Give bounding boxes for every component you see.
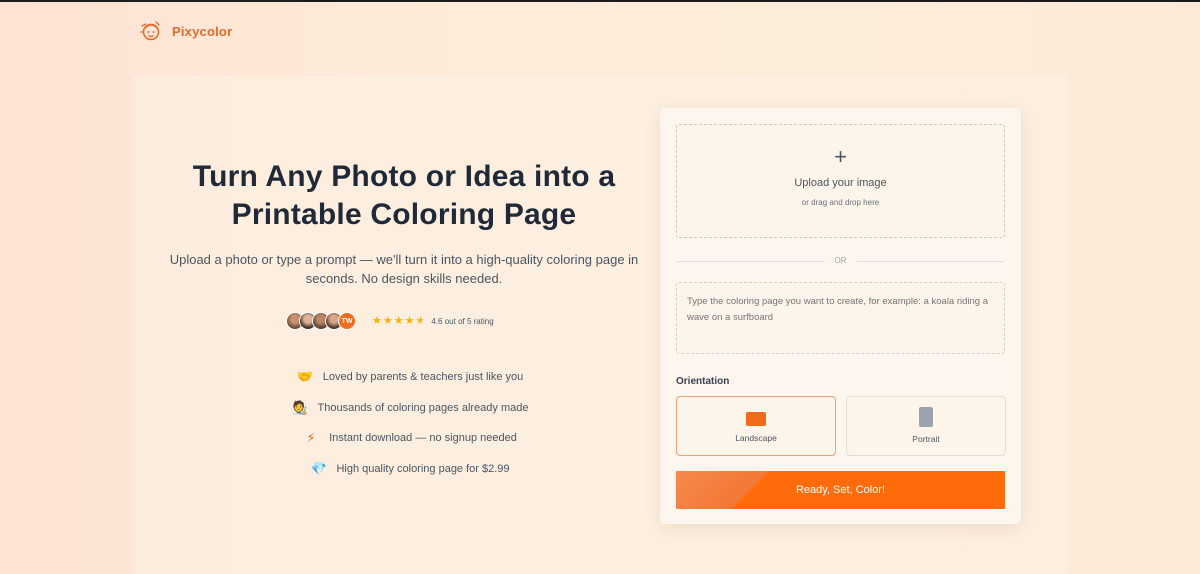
feature-item: 🧑‍🎨 Thousands of coloring pages already … — [270, 393, 550, 424]
feature-label: Thousands of coloring pages already made — [317, 401, 529, 414]
feature-label: Instant download — no signup needed — [329, 432, 517, 445]
feature-item: 🤝 Loved by parents & teachers just like … — [270, 362, 550, 393]
submit-button[interactable]: Ready, Set, Color! — [676, 471, 1005, 509]
upload-hint: or drag and drop here — [801, 198, 880, 207]
star-icon: ★ — [404, 314, 415, 327]
orientation-portrait-option[interactable]: Portrait — [846, 396, 1006, 456]
feature-label: High quality coloring page for $2.99 — [336, 462, 510, 475]
feature-item: ⚡ Instant download — no signup needed — [270, 423, 550, 454]
or-divider: OR — [676, 254, 1005, 268]
portrait-icon — [919, 407, 933, 427]
half-star-icon: ★ — [415, 314, 426, 327]
orientation-option-label: Portrait — [912, 434, 940, 444]
hero: Turn Any Photo or Idea into a Printable … — [160, 158, 648, 288]
landscape-icon — [746, 412, 766, 426]
or-label: OR — [824, 254, 857, 268]
brand-name: Pixycolor — [172, 23, 233, 39]
diamond-icon: 💎 — [310, 460, 327, 476]
feature-item: 💎 High quality coloring page for $2.99 — [270, 454, 550, 485]
avatar-initials: TW — [338, 312, 356, 330]
rating-row: TW ★ ★ ★ ★ ★ 4.6 out of 5 rating — [286, 312, 494, 330]
page-title: Turn Any Photo or Idea into a Printable … — [192, 160, 616, 231]
feature-label: Loved by parents & teachers just like yo… — [322, 371, 524, 384]
upload-dropzone[interactable]: + Upload your image or drag and drop her… — [676, 124, 1005, 238]
star-icon: ★ — [372, 314, 382, 327]
avatar-group: TW — [286, 312, 356, 330]
create-form-card: + Upload your image or drag and drop her… — [660, 108, 1021, 524]
star-icon: ★ — [382, 314, 393, 327]
star-icon: ★ — [393, 314, 404, 327]
artist-icon: 🧑‍🎨 — [291, 399, 308, 415]
hero-subtitle: Upload a photo or type a prompt — we'll … — [169, 252, 639, 286]
rating-text: 4.6 out of 5 rating — [431, 316, 494, 326]
plus-icon: + — [834, 144, 847, 169]
orientation-option-label: Landscape — [735, 433, 777, 443]
brand-link[interactable]: Pixycolor — [138, 18, 232, 44]
star-rating: ★ ★ ★ ★ ★ — [372, 314, 426, 327]
prompt-input[interactable] — [676, 282, 1005, 354]
orientation-landscape-option[interactable]: Landscape — [676, 396, 836, 456]
top-border — [0, 0, 1200, 2]
upload-title: Upload your image — [794, 177, 887, 189]
handshake-icon: 🤝 — [296, 369, 313, 385]
lightning-icon: ⚡ — [306, 430, 316, 446]
cartoon-face-icon — [140, 21, 160, 41]
feature-list: 🤝 Loved by parents & teachers just like … — [270, 362, 550, 484]
orientation-label: Orientation — [676, 376, 730, 387]
